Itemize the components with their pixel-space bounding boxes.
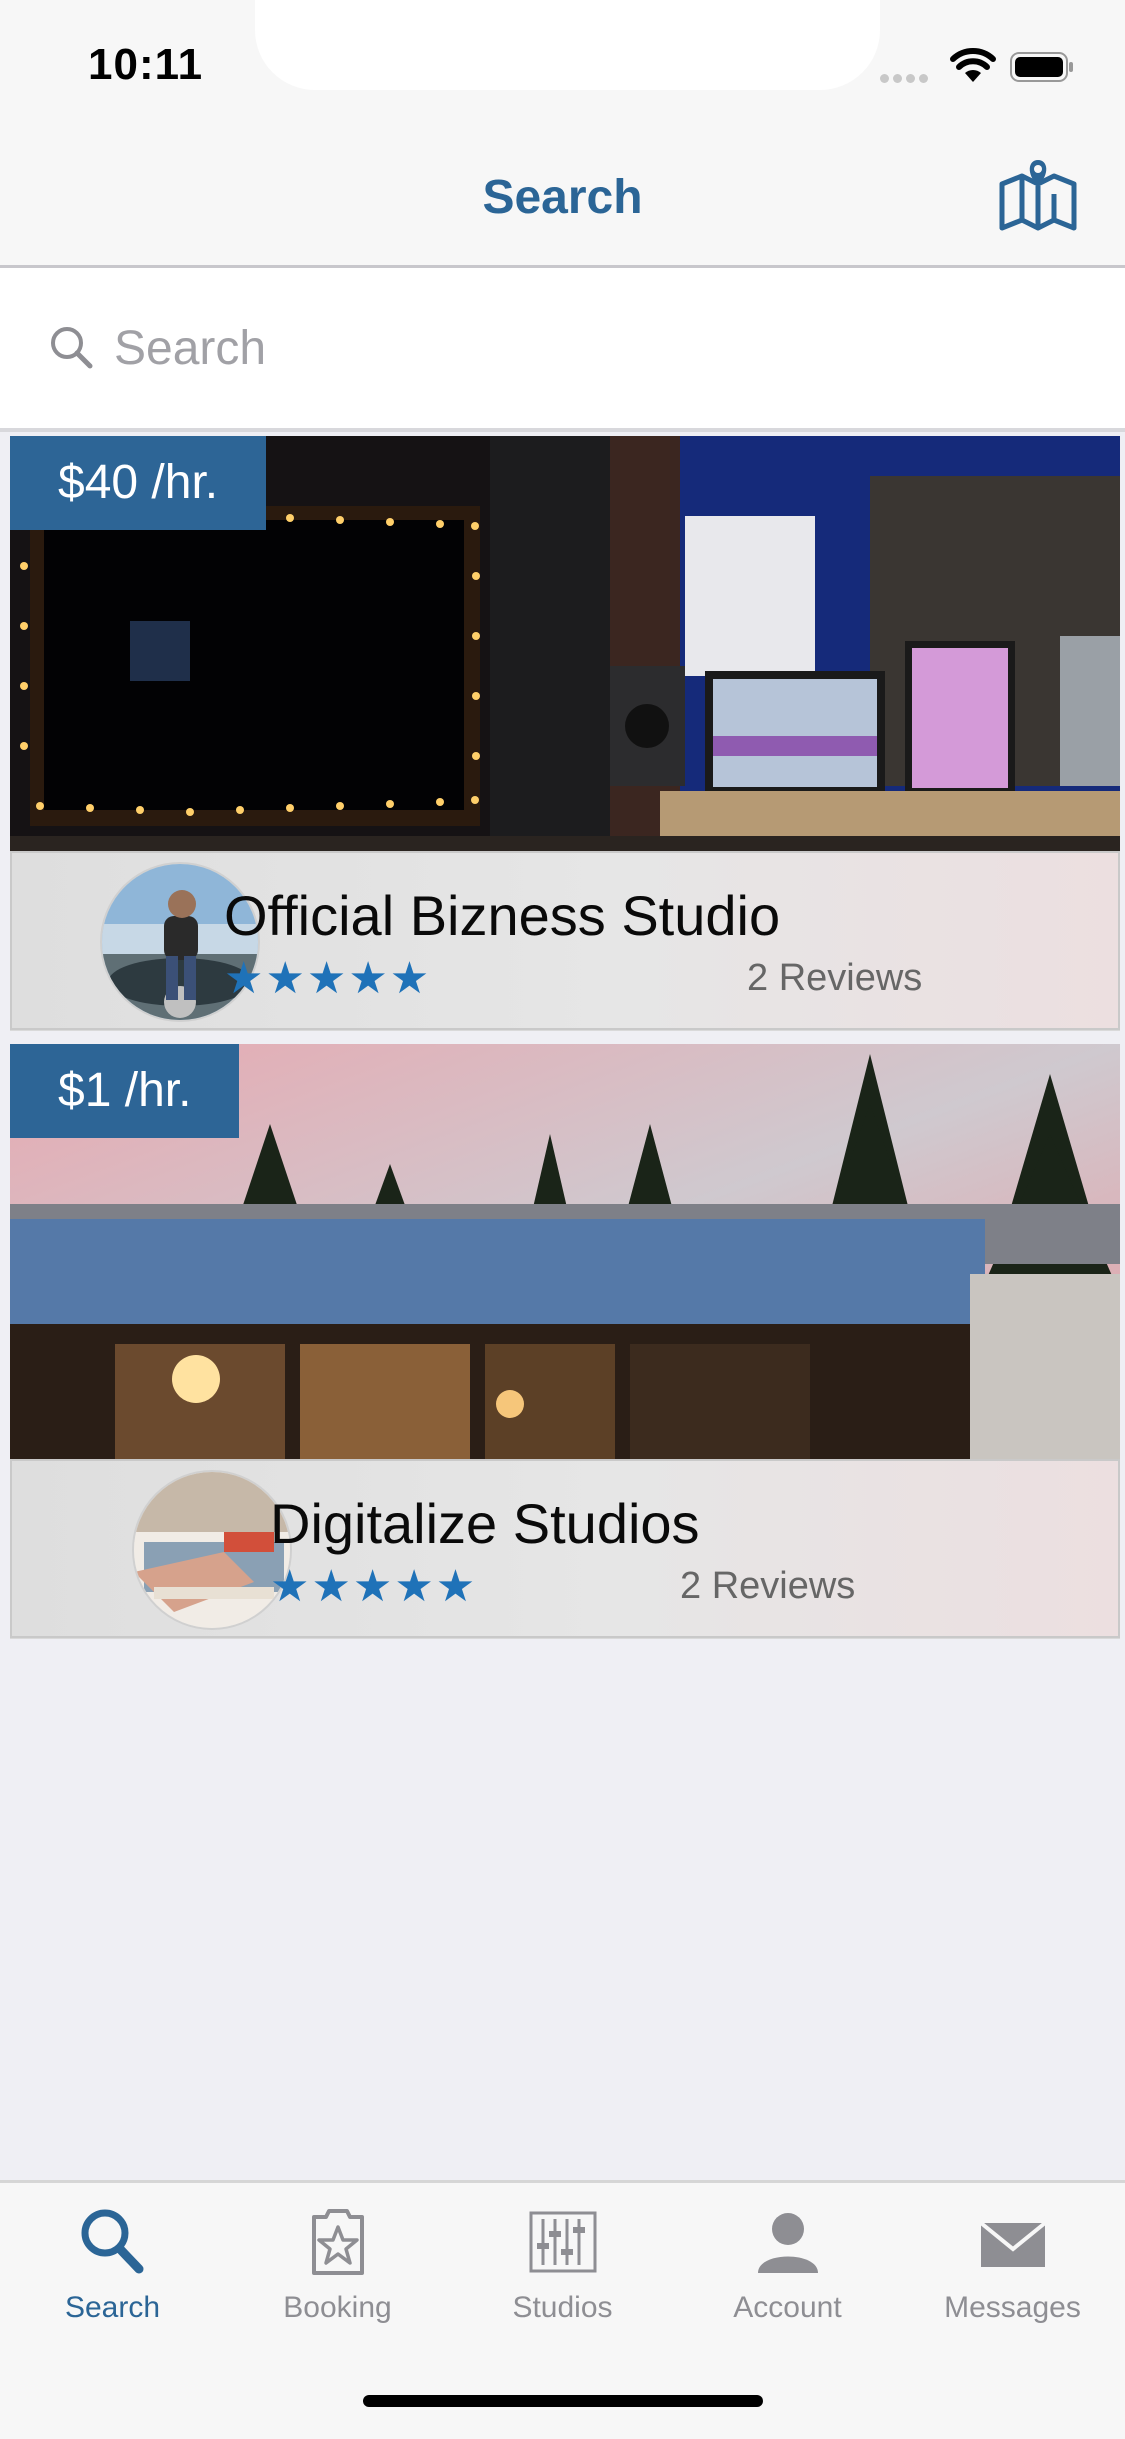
envelope-icon (979, 2221, 1046, 2267)
cellular-signal-icon (880, 70, 932, 88)
divider (0, 428, 1125, 432)
studio-avatar (132, 1470, 292, 1630)
tab-label: Search (64, 2291, 161, 2324)
studio-card[interactable]: $1 /hr. Digitalize Studios ★★★★★ 2 Revie… (10, 1044, 1120, 1639)
tab-label: Account (733, 2291, 842, 2324)
studio-name: Official Bizness Studio (224, 884, 781, 947)
battery-icon (1010, 52, 1073, 82)
studio-name: Digitalize Studios (270, 1492, 700, 1555)
studio-info-bar: Official Bizness Studio ★★★★★ 2 Reviews (10, 851, 1120, 1030)
studio-photo: $40 /hr. (10, 436, 1120, 851)
studio-card[interactable]: $40 /hr. Official Bizness Studio ★★★★★ 2… (10, 436, 1120, 1031)
person-icon (757, 2213, 818, 2273)
price-badge: $1 /hr. (10, 1044, 240, 1138)
status-bar: 10:11 (0, 0, 1125, 130)
booking-star-icon (311, 2209, 364, 2275)
rating-stars: ★★★★★ (270, 1562, 478, 1611)
tab-account[interactable]: Account (675, 2203, 900, 2353)
search-icon (51, 327, 93, 369)
studio-info-bar: Digitalize Studios ★★★★★ 2 Reviews (10, 1459, 1120, 1638)
review-count: 2 Reviews (680, 1565, 856, 1607)
mixer-sliders-icon (529, 2211, 596, 2273)
tab-booking[interactable]: Booking (225, 2203, 450, 2353)
tab-messages[interactable]: Messages (900, 2203, 1125, 2353)
tab-label: Booking (283, 2291, 392, 2324)
tab-label: Studios (512, 2291, 613, 2324)
navigation-bar: Search (0, 130, 1125, 268)
page-title: Search (482, 171, 643, 224)
device-notch (255, 0, 880, 90)
rating-stars: ★★★★★ (224, 954, 432, 1003)
tab-studios[interactable]: Studios (450, 2203, 675, 2353)
search-bar (0, 268, 1125, 428)
tab-search[interactable]: Search (0, 2203, 225, 2353)
price-badge: $40 /hr. (10, 436, 267, 530)
studio-photo: $1 /hr. (10, 1044, 1120, 1459)
review-count: 2 Reviews (747, 957, 923, 999)
search-input[interactable] (112, 308, 1076, 388)
home-indicator (363, 2395, 763, 2407)
map-icon[interactable] (996, 156, 1080, 240)
wifi-icon (950, 48, 996, 82)
search-icon (81, 2209, 143, 2274)
tab-label: Messages (944, 2291, 1081, 2324)
status-time: 10:11 (88, 40, 204, 89)
